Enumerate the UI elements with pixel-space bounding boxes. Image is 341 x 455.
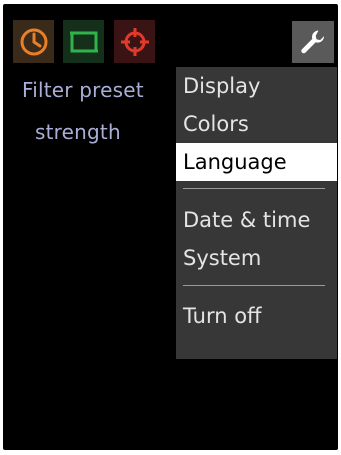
settings-button[interactable] xyxy=(292,21,334,63)
wrench-icon xyxy=(301,30,325,54)
device-screen: Filter preset strength Display Colors La… xyxy=(3,4,338,450)
filter-preset-label: Filter preset xyxy=(22,78,144,102)
crosshair-icon xyxy=(120,27,149,56)
settings-menu: Display Colors Language Date & time Syst… xyxy=(176,67,337,359)
clock-mode-button[interactable] xyxy=(13,20,54,63)
menu-separator xyxy=(183,285,325,286)
menu-item-turn-off[interactable]: Turn off xyxy=(176,297,337,335)
menu-item-system[interactable]: System xyxy=(176,239,337,277)
menu-item-language[interactable]: Language xyxy=(176,143,337,181)
crosshair-mode-button[interactable] xyxy=(114,20,155,63)
menu-item-date-time[interactable]: Date & time xyxy=(176,201,337,239)
menu-item-display[interactable]: Display xyxy=(176,67,337,105)
clock-icon xyxy=(20,28,47,55)
menu-separator xyxy=(183,188,325,189)
frame-mode-button[interactable] xyxy=(63,20,104,63)
strength-label: strength xyxy=(35,120,121,144)
menu-item-colors[interactable]: Colors xyxy=(176,105,337,143)
frame-icon xyxy=(69,31,98,52)
